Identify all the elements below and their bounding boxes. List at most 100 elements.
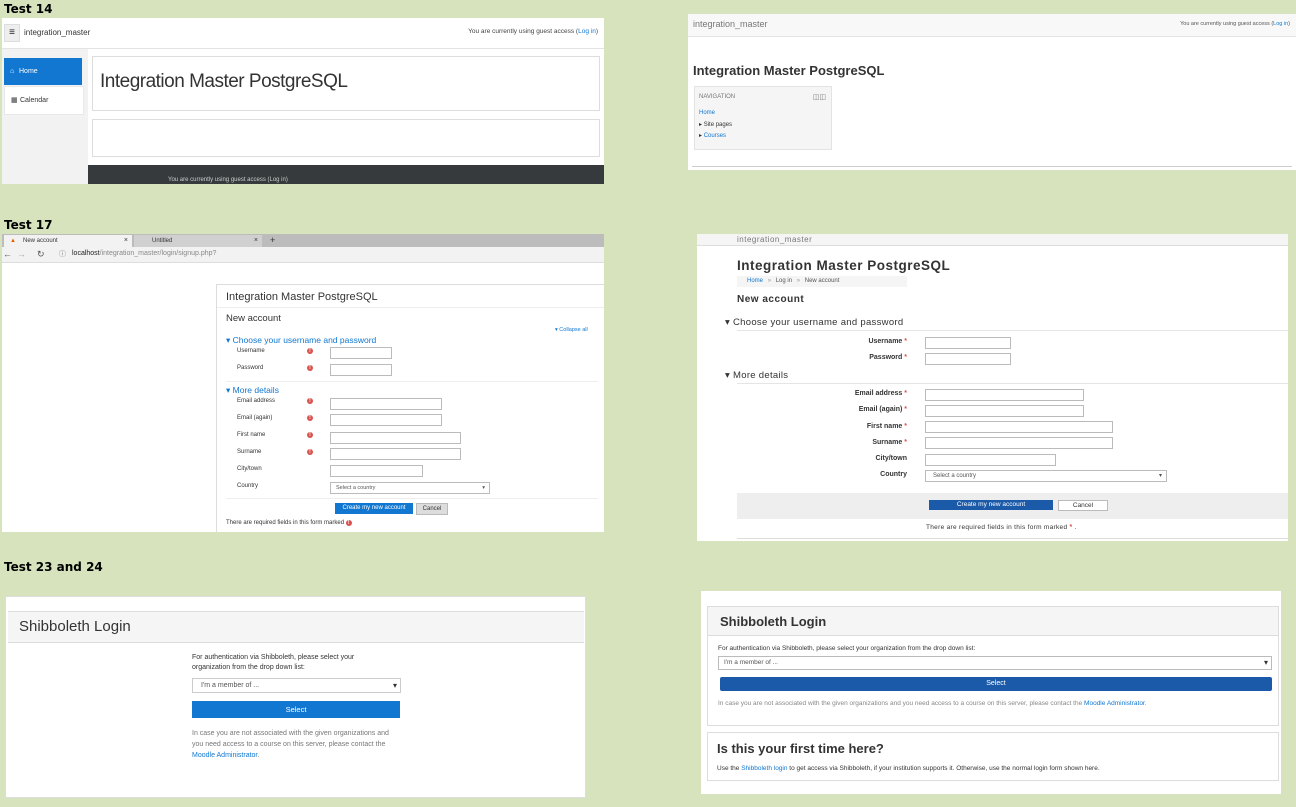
address-bar[interactable]: localhost/integration_master/login/signu… bbox=[72, 250, 216, 257]
organization-select[interactable]: I'm a member of ... ▾ bbox=[192, 678, 401, 693]
navbar: integration_master You are currently usi… bbox=[688, 14, 1296, 37]
divider bbox=[737, 330, 1288, 331]
label-surname: Surname bbox=[237, 449, 262, 455]
screenshot-test23-clean: Shibboleth Login For authentication via … bbox=[701, 591, 1281, 794]
select-button[interactable]: Select bbox=[720, 677, 1272, 691]
tab-close-icon[interactable]: × bbox=[254, 237, 258, 244]
shibboleth-login-link[interactable]: Shibboleth login bbox=[741, 765, 787, 772]
label-surname: Surname * bbox=[872, 439, 907, 446]
create-account-button[interactable]: Create my new account bbox=[335, 503, 413, 514]
country-select[interactable]: Select a country ▾ bbox=[925, 470, 1167, 482]
collapse-all-link[interactable]: ▾ Collapse all bbox=[555, 327, 588, 333]
moodle-favicon-icon: ▲ bbox=[10, 238, 16, 244]
first-time-heading: Is this your first time here? bbox=[717, 741, 884, 756]
email-again-input[interactable] bbox=[925, 405, 1084, 417]
divider bbox=[226, 381, 598, 382]
divider bbox=[737, 538, 1288, 539]
login-link[interactable]: Log in bbox=[578, 28, 596, 35]
password-input[interactable] bbox=[925, 353, 1011, 365]
label-first-name: First name bbox=[237, 432, 266, 438]
site-heading: Integration Master PostgreSQL bbox=[226, 291, 378, 303]
admin-link[interactable]: Moodle Administrator bbox=[1084, 700, 1145, 707]
label-city: City/town bbox=[875, 455, 908, 462]
new-tab-button[interactable]: + bbox=[270, 235, 275, 245]
site-name[interactable]: integration_master bbox=[693, 19, 768, 29]
nav-drawer: ⌂ Home ▦ Calendar bbox=[2, 49, 88, 184]
section-header-more-details[interactable]: ▾ More details bbox=[725, 370, 788, 381]
screenshot-test23-boost: Shibboleth Login For authentication via … bbox=[5, 596, 586, 798]
forward-icon[interactable]: → bbox=[17, 249, 26, 259]
nav-site-pages[interactable]: ▸ Site pages bbox=[699, 121, 732, 128]
breadcrumb-home[interactable]: Home bbox=[747, 278, 763, 284]
browser-toolbar: ← → ↻ ⓘ localhost/integration_master/log… bbox=[2, 247, 604, 263]
footer-guest-text: You are currently using guest access (Lo… bbox=[168, 177, 288, 183]
breadcrumb-separator: » bbox=[796, 278, 801, 284]
card-header: Shibboleth Login bbox=[8, 611, 584, 643]
label-password: Password bbox=[237, 365, 264, 371]
calendar-icon: ▦ bbox=[11, 97, 18, 104]
browser-tab-untitled[interactable]: Untitled × bbox=[134, 235, 262, 247]
chevron-down-icon: ▾ bbox=[725, 317, 734, 328]
screenshot-test14-boost: ≡ integration_master You are currently u… bbox=[2, 18, 604, 184]
label-country: Country bbox=[880, 471, 907, 478]
nav-item-calendar[interactable]: ▦ Calendar bbox=[4, 86, 84, 115]
nav-courses[interactable]: ▸ Courses bbox=[699, 132, 726, 139]
instruction-text: For authentication via Shibboleth, pleas… bbox=[192, 654, 355, 671]
username-input[interactable] bbox=[925, 337, 1011, 349]
navbar: ≡ integration_master You are currently u… bbox=[2, 18, 604, 49]
password-input[interactable] bbox=[330, 364, 392, 376]
required-icon: ! bbox=[307, 348, 313, 354]
create-account-button[interactable]: Create my new account bbox=[929, 500, 1053, 510]
section-header-username[interactable]: ▾ Choose your username and password bbox=[226, 335, 376, 346]
nav-item-home[interactable]: ⌂ Home bbox=[4, 58, 82, 85]
page-heading: New account bbox=[226, 313, 281, 324]
admin-link[interactable]: Moodle Administrator bbox=[192, 752, 257, 759]
label-first-name: First name * bbox=[866, 423, 907, 430]
panel-header: Shibboleth Login bbox=[708, 607, 1278, 636]
cancel-button[interactable]: Cancel bbox=[416, 503, 448, 515]
menu-toggle-button[interactable]: ≡ bbox=[4, 24, 20, 42]
caret-down-icon: ▾ bbox=[392, 681, 397, 690]
breadcrumb-login[interactable]: Log in bbox=[776, 278, 792, 284]
first-name-input[interactable] bbox=[330, 432, 461, 444]
email-input[interactable] bbox=[330, 398, 442, 410]
section-header-username[interactable]: ▾ Choose your username and password bbox=[725, 317, 903, 328]
page-title: Integration Master PostgreSQL bbox=[100, 71, 348, 92]
divider bbox=[692, 166, 1292, 167]
required-note: There are required fields in this form m… bbox=[926, 524, 1077, 531]
email-again-input[interactable] bbox=[330, 414, 442, 426]
username-input[interactable] bbox=[330, 347, 392, 359]
site-name[interactable]: integration_master bbox=[737, 235, 812, 244]
cancel-button[interactable]: Cancel bbox=[1058, 500, 1108, 511]
breadcrumb-new-account: New account bbox=[804, 278, 840, 284]
surname-input[interactable] bbox=[330, 448, 461, 460]
nav-home-link[interactable]: Home bbox=[699, 110, 715, 116]
info-icon[interactable]: ⓘ bbox=[59, 249, 66, 259]
email-input[interactable] bbox=[925, 389, 1084, 401]
section-header-more-details[interactable]: ▾ More details bbox=[226, 385, 279, 396]
login-link[interactable]: Log in bbox=[1273, 21, 1288, 27]
tab-close-icon[interactable]: × bbox=[124, 237, 128, 244]
select-button[interactable]: Select bbox=[192, 701, 400, 718]
browser-tab-new-account[interactable]: ▲ New account × bbox=[4, 235, 132, 247]
block-controls-icon[interactable]: ◫◫ bbox=[813, 93, 826, 101]
guest-access-text: You are currently using guest access (Lo… bbox=[468, 28, 598, 35]
card-title: Shibboleth Login bbox=[19, 618, 131, 635]
first-time-panel: Is this your first time here? Use the Sh… bbox=[707, 732, 1279, 781]
required-icon: ! bbox=[307, 365, 313, 371]
organization-select[interactable]: I'm a member of ... ▾ bbox=[718, 656, 1272, 670]
city-input[interactable] bbox=[330, 465, 423, 477]
label-email: Email address bbox=[237, 398, 276, 404]
country-select[interactable]: Select a country ▾ bbox=[330, 482, 490, 494]
label-password: Password * bbox=[869, 354, 907, 361]
site-name[interactable]: integration_master bbox=[24, 28, 90, 37]
screenshot-test17-boost: ▲ New account × Untitled × + ← → ↻ ⓘ loc… bbox=[2, 234, 604, 532]
first-name-input[interactable] bbox=[925, 421, 1113, 433]
reload-icon[interactable]: ↻ bbox=[37, 249, 45, 260]
required-icon: ! bbox=[345, 520, 352, 526]
city-input[interactable] bbox=[925, 454, 1056, 466]
label-email-again: Email (again) * bbox=[858, 406, 907, 413]
navigation-block: NAVIGATION ◫◫ Home ▸ Site pages ▸ Course… bbox=[694, 86, 832, 150]
surname-input[interactable] bbox=[925, 437, 1113, 449]
back-icon[interactable]: ← bbox=[3, 249, 12, 259]
